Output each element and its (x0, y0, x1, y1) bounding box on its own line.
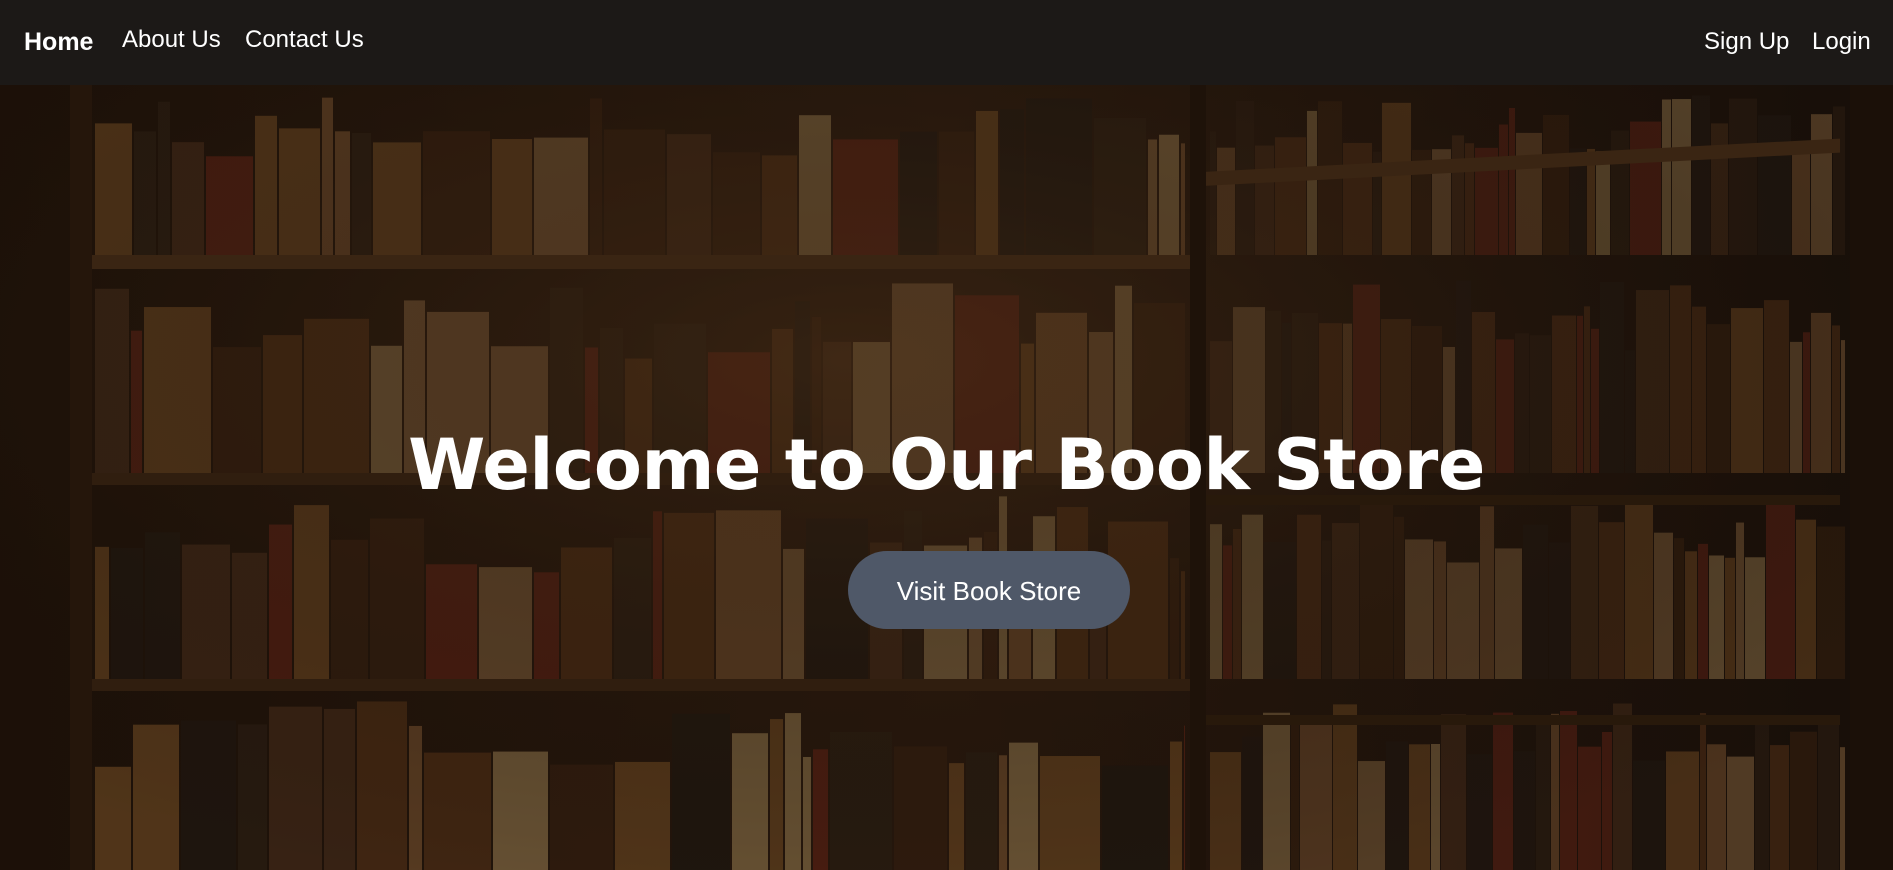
nav-login-link[interactable]: Login (1812, 0, 1871, 80)
nav-home-link[interactable]: Home (24, 0, 93, 80)
nav-contact-link[interactable]: Contact Us (245, 0, 364, 80)
hero-title: Welcome to Our Book Store (408, 424, 1485, 506)
top-navbar: Home About Us Contact Us Sign Up Login (0, 0, 1893, 85)
visit-book-store-button[interactable]: Visit Book Store (848, 551, 1130, 629)
nav-about-link[interactable]: About Us (122, 0, 221, 80)
nav-signup-link[interactable]: Sign Up (1704, 0, 1789, 80)
hero-section: Welcome to Our Book Store Visit Book Sto… (0, 85, 1893, 870)
